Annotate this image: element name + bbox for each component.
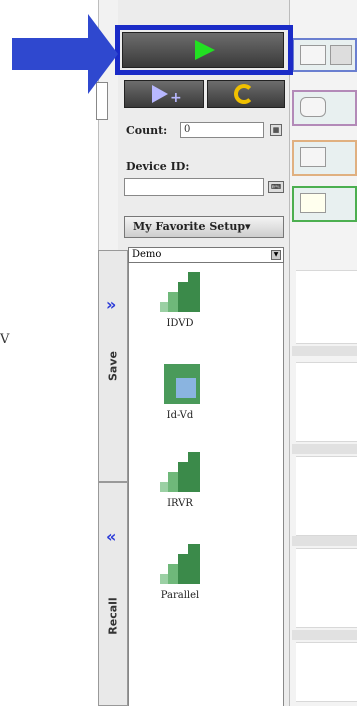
- save-tab[interactable]: » Save: [98, 250, 128, 482]
- list-item-label: Parallel: [160, 590, 200, 601]
- recall-tab-label: Recall: [106, 597, 120, 635]
- instrument-tile[interactable]: [292, 140, 357, 176]
- right-card-3: [296, 456, 357, 536]
- right-separator-2: [292, 444, 357, 454]
- my-favorite-setup-button[interactable]: My Favorite Setup▾: [124, 216, 284, 238]
- count-input[interactable]: 0: [180, 122, 264, 138]
- expand-icon: »: [106, 295, 117, 314]
- right-separator-1: [292, 346, 357, 356]
- setup-select[interactable]: Demo ▼: [128, 247, 284, 263]
- plus-icon: +: [170, 90, 182, 106]
- list-item[interactable]: IDVD: [150, 272, 210, 329]
- list-item-label: IRVR: [167, 498, 193, 509]
- run-button-highlight: [115, 25, 293, 75]
- list-item-label: IDVD: [166, 318, 194, 329]
- instrument-icon: [300, 147, 326, 167]
- list-item[interactable]: Id-Vd: [150, 364, 210, 421]
- margin-text: V: [0, 332, 10, 347]
- right-card-2: [296, 362, 357, 442]
- setup-select-value: Demo: [132, 249, 162, 260]
- right-card-5: [296, 642, 357, 702]
- append-play-icon: [152, 85, 168, 103]
- idvd-icon: [160, 272, 200, 312]
- keyboard-icon[interactable]: ⌨: [268, 181, 284, 193]
- right-separator-3: [292, 536, 357, 546]
- list-item[interactable]: Parallel: [150, 544, 210, 601]
- iv-sweep-tile[interactable]: [292, 38, 357, 72]
- chart-icon-2: [330, 45, 352, 65]
- right-card-1: [296, 270, 357, 344]
- probe-icon: [300, 97, 326, 117]
- irvr-icon: [160, 452, 200, 492]
- arrow-pointer-icon: [88, 14, 118, 94]
- probe-tile[interactable]: [292, 90, 357, 126]
- right-separator-4: [292, 630, 357, 640]
- arrow-pointer-body: [12, 38, 90, 70]
- count-clear-icon[interactable]: ▦: [270, 124, 282, 136]
- recall-tab[interactable]: « Recall: [98, 482, 128, 706]
- repeat-icon: [234, 84, 254, 104]
- parallel-icon: [160, 544, 200, 584]
- board-icon: [300, 193, 326, 213]
- device-id-input[interactable]: [124, 178, 264, 196]
- device-id-label: Device ID:: [126, 160, 190, 173]
- chart-icon: [300, 45, 326, 65]
- board-tile[interactable]: [292, 186, 357, 222]
- count-label: Count:: [126, 124, 168, 137]
- right-card-4: [296, 548, 357, 628]
- save-tab-label: Save: [106, 351, 120, 381]
- chevron-down-icon: ▼: [271, 250, 281, 260]
- list-item[interactable]: IRVR: [150, 452, 210, 509]
- id-vd-icon: [160, 364, 200, 404]
- list-item-label: Id-Vd: [166, 410, 194, 421]
- collapse-icon: «: [106, 527, 117, 546]
